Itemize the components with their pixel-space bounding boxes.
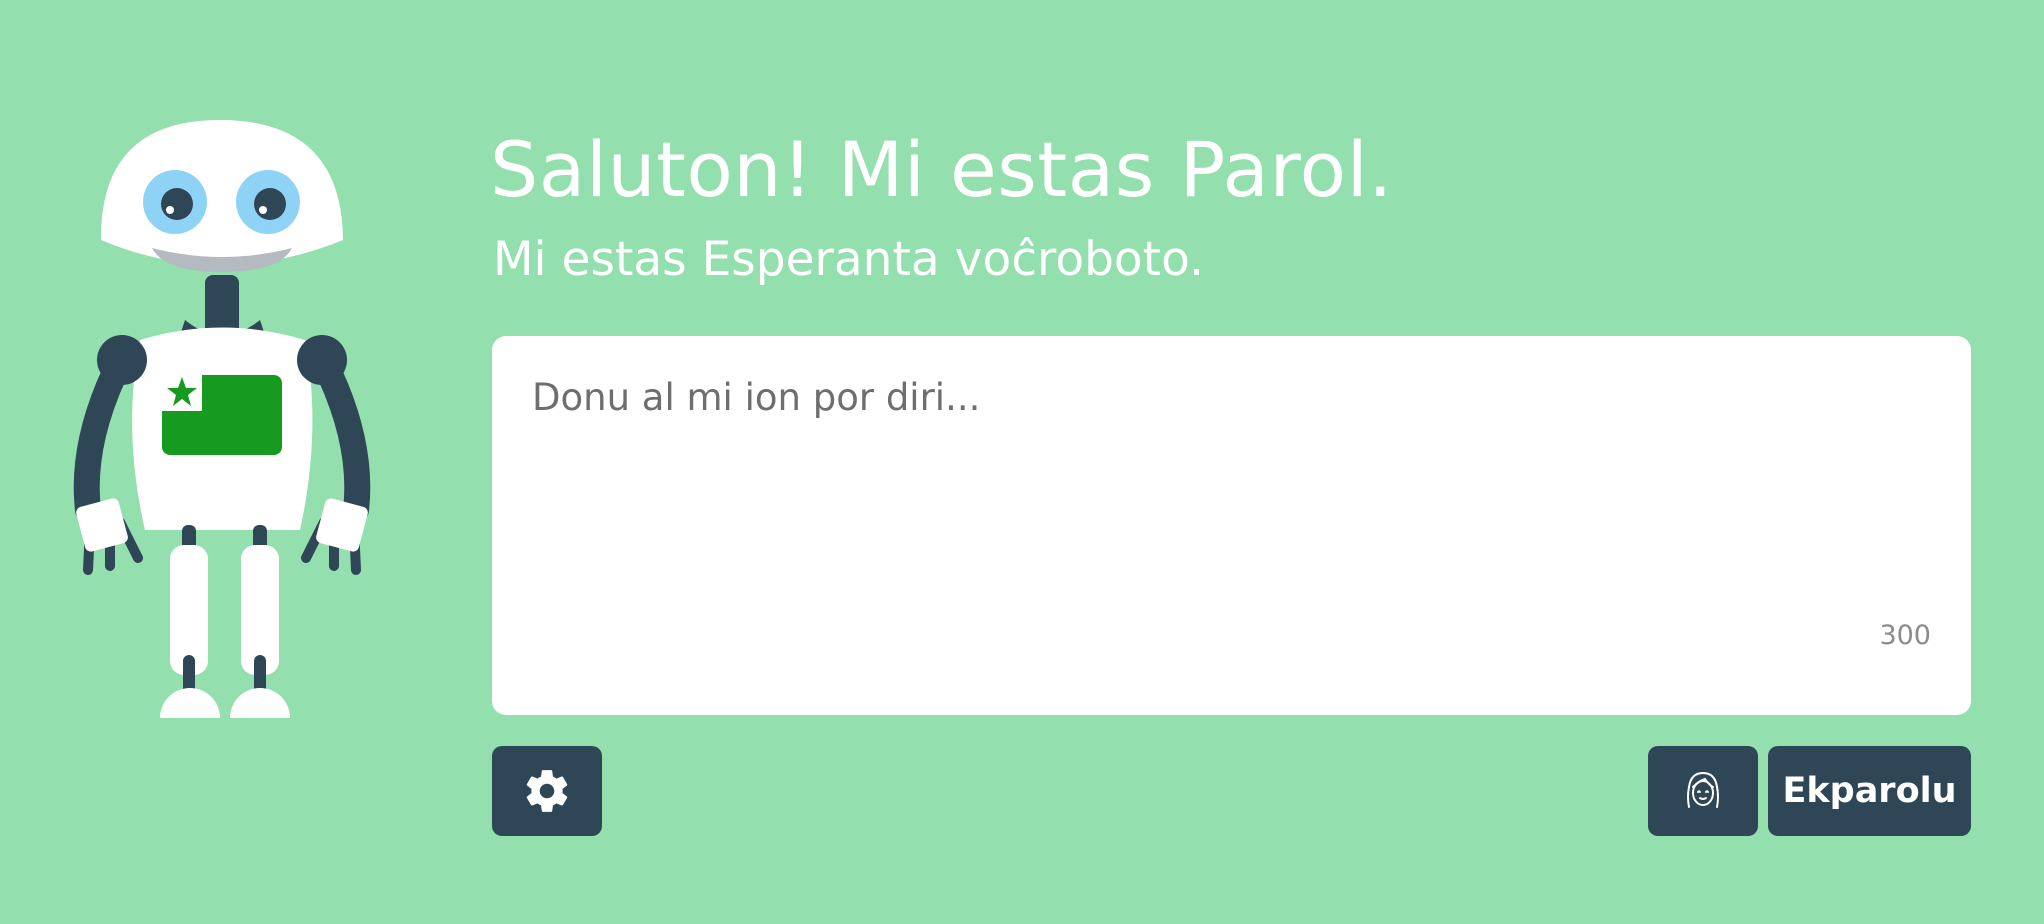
voice-select-button[interactable]: [1648, 746, 1758, 836]
page-title: Saluton! Mi estas Parol.: [490, 125, 1393, 214]
speech-box: 300: [492, 336, 1971, 715]
robot-illustration: [60, 110, 390, 730]
speech-input[interactable]: [532, 376, 1912, 626]
char-counter: 300: [1879, 620, 1931, 651]
gear-icon: [522, 766, 572, 816]
female-face-icon: [1679, 767, 1727, 815]
speak-button[interactable]: Ekparolu: [1768, 746, 1971, 836]
settings-button[interactable]: [492, 746, 602, 836]
page-subtitle: Mi estas Esperanta voĉroboto.: [493, 232, 1204, 287]
